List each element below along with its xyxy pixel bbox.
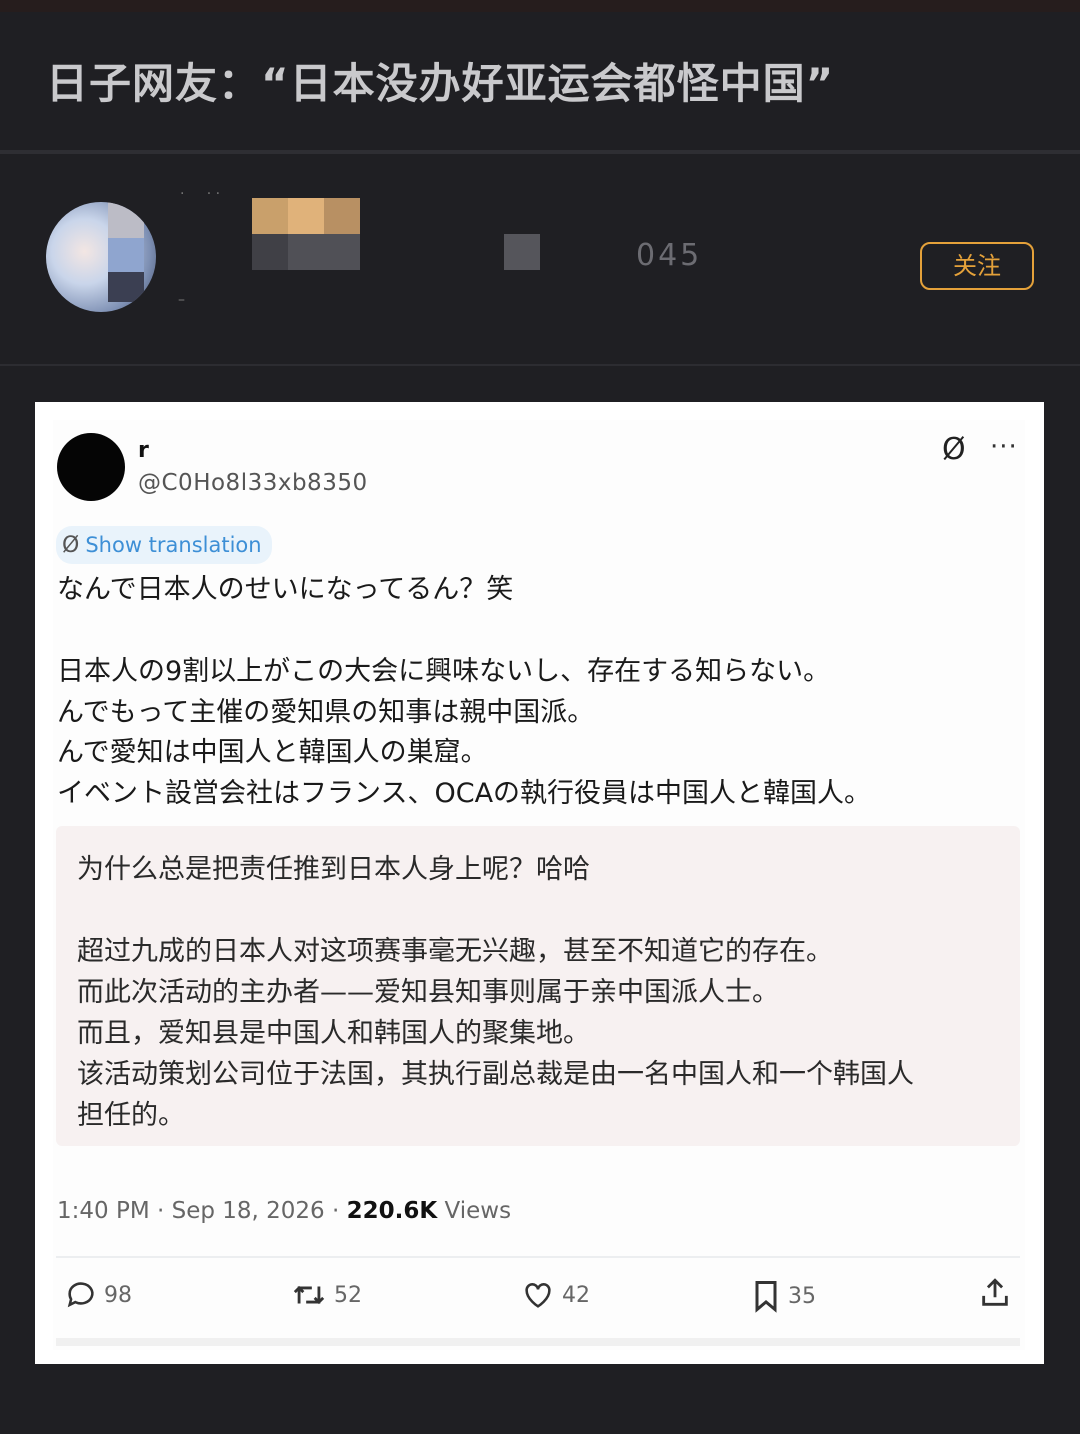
translate-icon: Ø bbox=[62, 533, 80, 558]
reply-icon bbox=[67, 1282, 94, 1308]
reply-action: 98 bbox=[64, 1278, 132, 1312]
follower-count: 045 bbox=[636, 238, 703, 273]
info-redaction bbox=[504, 234, 540, 270]
tweet-views-label: Views bbox=[437, 1198, 512, 1224]
translation-line: 为什么总是把责任推到日本人身上呢？哈哈 bbox=[77, 854, 590, 885]
tweet-text-line: 日本人の9割以上がこの大会に興味ないし、存在する知らない。 bbox=[57, 656, 831, 687]
redaction-dash: – bbox=[178, 292, 185, 308]
tweet-timestamp: 1:40 PM · Sep 18, 2026 · bbox=[57, 1198, 347, 1224]
tweet-avatar bbox=[57, 433, 125, 501]
divider bbox=[56, 1256, 1020, 1258]
share-icon bbox=[982, 1278, 1008, 1306]
tweet-views-count: 220.6K bbox=[346, 1198, 438, 1224]
redaction-dots: · · · bbox=[180, 186, 221, 202]
avatar-mosaic bbox=[108, 272, 144, 302]
show-translation-badge: Ø Show translation bbox=[56, 526, 272, 564]
retweet-icon bbox=[293, 1285, 325, 1305]
avatar-mosaic bbox=[108, 202, 144, 238]
tweet-text-line: んで愛知は中国人と韓国人の巣窟。 bbox=[57, 737, 488, 768]
translation-line: 该活动策划公司位于法国，其执行副总裁是由一名中国人和一个韩国人 bbox=[77, 1059, 914, 1090]
bookmark-icon bbox=[755, 1281, 777, 1313]
bookmark-action: 35 bbox=[750, 1278, 816, 1314]
retweet-count: 52 bbox=[334, 1282, 362, 1308]
tweet-meta: 1:40 PM · Sep 18, 2026 · 220.6K Views bbox=[57, 1198, 511, 1224]
username-redaction bbox=[252, 234, 288, 270]
heart-icon bbox=[525, 1283, 551, 1308]
username-redaction bbox=[288, 234, 360, 270]
grok-icon: Ø bbox=[942, 432, 966, 467]
share-action bbox=[978, 1276, 1012, 1318]
translation-line: 超过九成的日本人对这项赛事毫无兴趣，甚至不知道它的存在。 bbox=[77, 936, 833, 967]
like-count: 42 bbox=[562, 1282, 590, 1308]
tweet-text-line: んでもって主催の愛知県の知事は親中国派。 bbox=[57, 697, 595, 728]
tweet-text-line: イベント設営会社はフランス、OCAの執行役員は中国人と韓国人。 bbox=[57, 778, 872, 809]
tweet-display-name: r bbox=[138, 438, 149, 463]
tweet-handle: @C0Ho8l33xb8350 bbox=[138, 470, 368, 496]
username-redaction bbox=[288, 198, 324, 234]
page-title: 日子网友：“日本没办好亚运会都怪中国” bbox=[46, 59, 835, 108]
translation-line: 而此次活动的主办者——爱知县知事则属于亲中国派人士。 bbox=[77, 977, 779, 1008]
follow-button[interactable]: 关注 bbox=[920, 242, 1034, 290]
username-redaction bbox=[324, 198, 360, 234]
bookmark-count: 35 bbox=[788, 1283, 816, 1309]
divider bbox=[0, 364, 1080, 366]
more-icon: ··· bbox=[990, 432, 1018, 462]
reply-count: 98 bbox=[104, 1282, 132, 1308]
translation-line: 而且，爱知县是中国人和韩国人的聚集地。 bbox=[77, 1018, 590, 1049]
translation-line: 担任的。 bbox=[77, 1100, 185, 1131]
cropped-row bbox=[56, 1338, 1020, 1346]
author-avatar[interactable] bbox=[46, 202, 156, 312]
like-action: 42 bbox=[520, 1278, 590, 1312]
avatar-mosaic bbox=[108, 238, 144, 272]
username-redaction bbox=[252, 198, 288, 234]
tweet-text-line: なんで日本人のせいになってるん？笑 bbox=[57, 574, 514, 605]
retweet-action: 52 bbox=[290, 1278, 362, 1312]
divider bbox=[0, 150, 1080, 154]
show-translation-label: Show translation bbox=[85, 533, 262, 557]
top-strip bbox=[0, 0, 1080, 12]
